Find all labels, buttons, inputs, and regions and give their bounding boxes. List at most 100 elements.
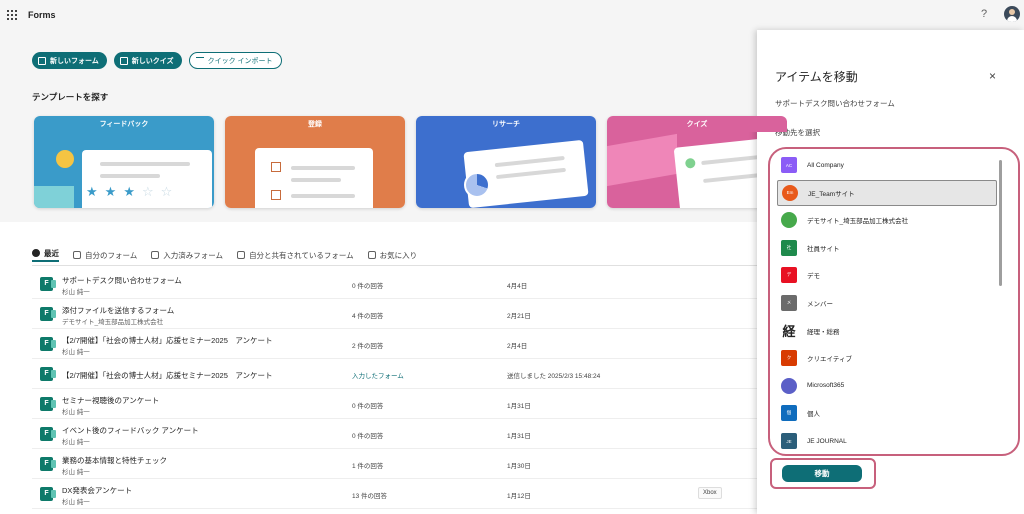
site-icon	[781, 377, 797, 394]
table-row[interactable]: F 添付ファイルを送信するフォーム デモサイト_埼玉部品加工株式会社 4 件の回…	[32, 299, 760, 329]
app-launcher-icon[interactable]	[7, 10, 17, 20]
check-icon	[684, 157, 696, 169]
destination-label: JE_Teamサイト	[808, 190, 855, 198]
star-rating-icon: ★ ★ ★ ☆ ☆	[86, 184, 173, 199]
checkbox-icon	[271, 190, 281, 200]
app-title[interactable]: Forms	[28, 10, 56, 20]
table-row[interactable]: F 【2/7開催】「社会の博士人材」応援セミナー2025 アンケート 杉山 純一…	[32, 329, 760, 359]
panel-form-name: サポートデスク問い合わせフォーム	[775, 99, 895, 108]
top-bar: Forms	[0, 0, 1024, 30]
star-icon	[367, 251, 376, 259]
site-icon: 社	[781, 239, 797, 256]
forms-file-icon: F	[40, 277, 56, 291]
form-date: 1月31日	[507, 403, 531, 410]
form-owner: 杉山 純一	[62, 439, 90, 446]
new-quiz-button[interactable]: 新しいクイズ	[113, 52, 182, 69]
form-responses: 2 件の回答	[352, 343, 384, 350]
new-quiz-icon	[119, 56, 128, 65]
form-title: 【2/7開催】「社会の博士人材」応援セミナー2025 アンケート	[62, 371, 273, 380]
people-icon	[237, 251, 246, 259]
forms-file-icon: F	[40, 487, 56, 501]
form-title: イベント後のフィードバック アンケート	[62, 426, 199, 435]
form-responses: 1 件の回答	[352, 463, 384, 470]
form-title: 添付ファイルを送信するフォーム	[62, 306, 175, 315]
quick-import-label: クイック インポート	[207, 57, 273, 65]
pie-chart-icon	[464, 172, 490, 198]
form-owner: 杉山 純一	[62, 289, 90, 296]
site-icon: 個	[781, 405, 797, 422]
form-date: 送信しました 2025/2/3 15:48:24	[507, 373, 601, 380]
template-card-research[interactable]: リサーチ	[416, 116, 596, 208]
tab-favorites[interactable]: お気に入り	[367, 248, 417, 262]
destination-item[interactable]: JE JE JOURNAL	[777, 428, 997, 452]
table-row[interactable]: F 【2/7開催】「社会の博士人材」応援セミナー2025 アンケート 入力したフ…	[32, 359, 760, 389]
destination-label: デモサイト_埼玉部品加工株式会社	[807, 218, 909, 226]
forms-file-icon: F	[40, 457, 56, 471]
form-date: 4月4日	[507, 283, 528, 290]
template-card-registration[interactable]: 登録	[225, 116, 405, 208]
checkbox-icon	[271, 162, 281, 172]
panel-title: アイテムを移動	[775, 70, 858, 84]
site-icon: デ	[781, 267, 797, 284]
quick-import-button[interactable]: クイック インポート	[188, 52, 282, 69]
destination-label: 社員サイト	[807, 245, 840, 253]
destination-item[interactable]: AC All Company	[777, 152, 997, 178]
form-responses: 0 件の回答	[352, 283, 384, 290]
form-date: 1月12日	[507, 493, 531, 500]
template-card-label: 登録	[225, 116, 405, 132]
site-icon: 経	[781, 322, 797, 340]
template-card-feedback[interactable]: フィードバック ★ ★ ★ ☆ ☆	[34, 116, 214, 208]
destination-item[interactable]: 経 経理・総務	[777, 318, 997, 344]
form-title: サポートデスク問い合わせフォーム	[62, 276, 182, 285]
smiley-icon	[56, 150, 74, 168]
template-card-label: フィードバック	[34, 116, 214, 132]
destination-item[interactable]: ク クリエイティブ	[777, 345, 997, 371]
form-responses[interactable]: 入力したフォーム	[352, 370, 404, 380]
form-title: 業務の基本情報と特性チェック	[62, 456, 167, 465]
site-icon: JE	[781, 433, 797, 449]
table-row[interactable]: F セミナー視聴後のアンケート 杉山 純一 0 件の回答 1月31日	[32, 389, 760, 419]
tooltip-badge: Xbox	[698, 487, 722, 499]
form-title: DX発表会アンケート	[62, 486, 133, 495]
form-responses: 0 件の回答	[352, 433, 384, 440]
destination-item[interactable]: Microsoft365	[777, 373, 997, 399]
destination-item[interactable]: メ メンバー	[777, 290, 997, 316]
upload-icon	[195, 56, 204, 65]
form-responses: 0 件の回答	[352, 403, 384, 410]
destination-item[interactable]: デ デモ	[777, 262, 997, 288]
tab-recent[interactable]: 最近	[32, 248, 59, 262]
destination-list[interactable]: AC All Company Em JE_Teamサイトデモサイト_埼玉部品加工株式会…	[777, 150, 999, 452]
template-card-label: リサーチ	[416, 116, 596, 132]
new-form-button[interactable]: 新しいフォーム	[32, 52, 107, 69]
bookmark-icon	[151, 251, 160, 259]
templates-heading: テンプレートを探す	[32, 92, 109, 102]
help-icon[interactable]: ?	[981, 8, 987, 20]
destination-label: 経理・総務	[807, 328, 840, 336]
template-cards: フィードバック ★ ★ ★ ☆ ☆ 登録 リサーチ クイズ	[34, 116, 787, 208]
tab-shared-with-me[interactable]: 自分と共有されているフォーム	[237, 248, 354, 262]
tab-filled-forms[interactable]: 入力済みフォーム	[151, 248, 223, 262]
recent-forms-area: 最近 自分のフォーム 入力済みフォーム 自分と共有されているフォーム お気に入り…	[0, 222, 760, 514]
tab-my-forms[interactable]: 自分のフォーム	[73, 248, 137, 262]
table-row[interactable]: F イベント後のフィードバック アンケート 杉山 純一 0 件の回答 1月31日	[32, 419, 760, 449]
user-avatar[interactable]	[1004, 6, 1020, 22]
move-button[interactable]: 移動	[782, 465, 862, 482]
destination-item[interactable]: 社 社員サイト	[777, 235, 997, 261]
destination-item[interactable]: 個 個人	[777, 400, 997, 426]
form-title: セミナー視聴後のアンケート	[62, 396, 160, 405]
site-icon: AC	[781, 157, 797, 173]
form-date: 2月4日	[507, 343, 528, 350]
create-button-row: 新しいフォーム 新しいクイズ クイック インポート	[32, 52, 282, 69]
site-icon: ク	[781, 350, 797, 367]
new-form-label: 新しいフォーム	[50, 57, 99, 65]
close-icon[interactable]: ×	[989, 69, 996, 83]
destination-item[interactable]: デモサイト_埼玉部品加工株式会社	[777, 207, 997, 233]
table-row[interactable]: F 業務の基本情報と特性チェック 杉山 純一 1 件の回答 1月30日	[32, 449, 760, 479]
table-row[interactable]: F DX発表会アンケート 杉山 純一 13 件の回答 1月12日 Xbox	[32, 479, 760, 509]
form-responses: 13 件の回答	[352, 493, 388, 500]
form-responses: 4 件の回答	[352, 313, 384, 320]
destination-item[interactable]: Em JE_Teamサイト	[777, 179, 997, 206]
scrollbar[interactable]	[999, 160, 1002, 286]
hero-section: 新しいフォーム 新しいクイズ クイック インポート テンプレートを探す フィード…	[0, 30, 787, 222]
table-row[interactable]: F サポートデスク問い合わせフォーム 杉山 純一 0 件の回答 4月4日	[32, 269, 760, 299]
